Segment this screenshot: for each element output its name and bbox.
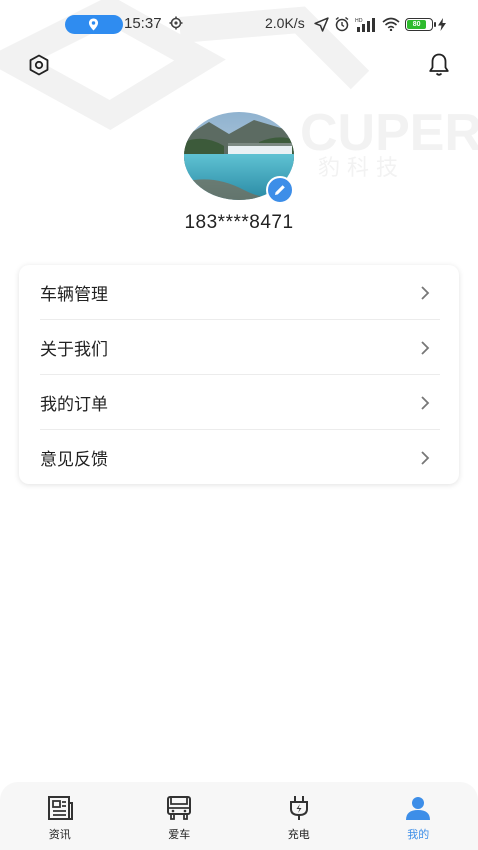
battery-icon: 80: [405, 17, 436, 31]
chevron-right-icon: [421, 340, 430, 355]
user-phone: 183****8471: [184, 212, 294, 233]
chevron-right-icon: [421, 450, 430, 465]
battery-level: 80: [412, 20, 421, 28]
menu-item-label: 车辆管理: [40, 285, 108, 304]
settings-small-icon: [169, 16, 183, 30]
settings-hex-icon: [29, 54, 49, 76]
news-icon: [47, 796, 73, 820]
nav-tab-car[interactable]: 爱车: [120, 782, 240, 850]
bottom-nav: 资讯 爱车 充电 我的: [0, 782, 478, 850]
nav-tab-charging[interactable]: 充电: [239, 782, 359, 850]
menu-item-feedback[interactable]: 意见反馈: [19, 430, 459, 485]
status-time: 15:37: [124, 15, 162, 32]
wifi-icon: [382, 17, 400, 31]
location-pill: [65, 15, 123, 34]
user-icon: [406, 797, 431, 820]
edit-avatar-button[interactable]: [266, 176, 294, 204]
chevron-right-icon: [421, 395, 430, 410]
hd-signal-icon: HD: [355, 17, 375, 32]
svg-text:CUPERE: CUPERE: [300, 104, 478, 162]
bell-icon: [429, 53, 449, 76]
menu-item-label: 我的订单: [40, 395, 108, 414]
nav-label: 资讯: [48, 829, 71, 841]
menu-item-label: 意见反馈: [40, 450, 108, 469]
menu-item-my-orders[interactable]: 我的订单: [19, 375, 459, 430]
nav-label: 爱车: [168, 829, 191, 841]
status-bar: 15:37 2.0K/s HD 80: [0, 0, 478, 48]
svg-text:HD: HD: [355, 18, 363, 24]
nav-label: 我的: [407, 829, 430, 841]
notifications-button[interactable]: [424, 50, 454, 80]
menu-card: 车辆管理 关于我们 我的订单 意见反馈: [19, 265, 459, 484]
settings-button[interactable]: [24, 50, 54, 80]
pencil-icon: [275, 185, 285, 195]
charging-icon: [438, 17, 446, 31]
chevron-right-icon: [421, 285, 430, 300]
network-speed: 2.0K/s: [265, 15, 305, 31]
menu-item-label: 关于我们: [40, 340, 108, 359]
svg-text:豹 科 技: 豹 科 技: [318, 156, 398, 181]
alarm-icon: [335, 16, 349, 32]
car-icon: [167, 796, 192, 820]
menu-item-vehicle-management[interactable]: 车辆管理: [19, 265, 459, 320]
plug-icon: [289, 796, 308, 820]
navigation-icon: [314, 16, 329, 32]
nav-tab-mine[interactable]: 我的: [359, 782, 478, 850]
avatar-container[interactable]: [184, 112, 294, 204]
nav-tab-news[interactable]: 资讯: [0, 782, 120, 850]
location-icon: [88, 18, 99, 31]
nav-label: 充电: [287, 829, 310, 841]
menu-item-about-us[interactable]: 关于我们: [19, 320, 459, 375]
